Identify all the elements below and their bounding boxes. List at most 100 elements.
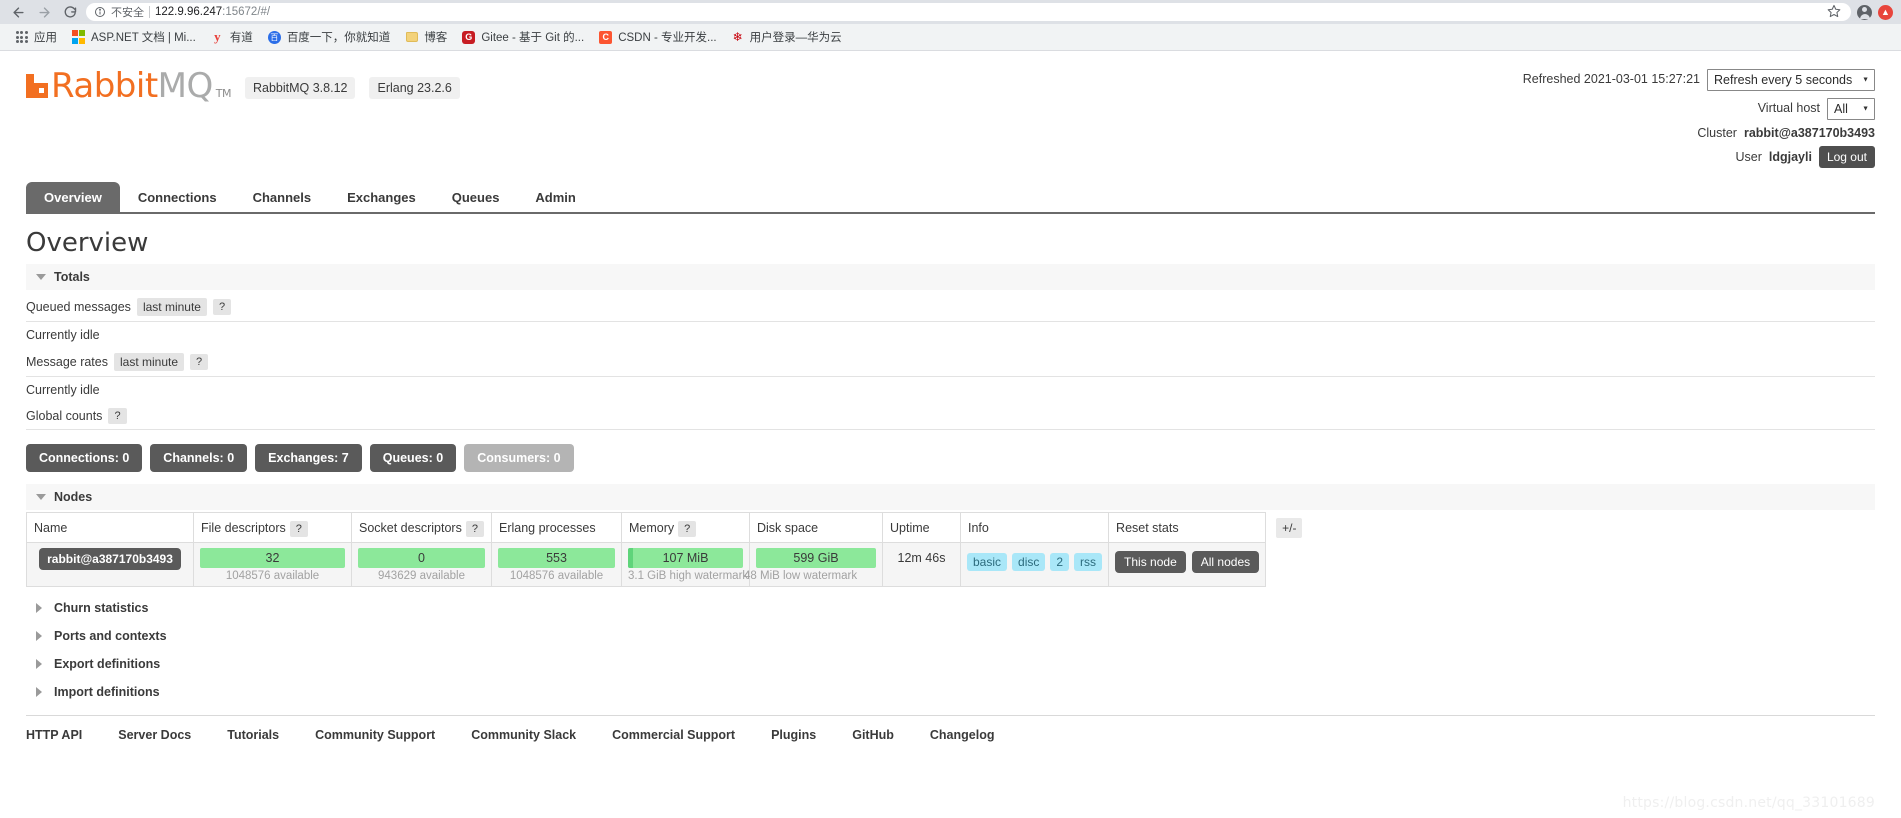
user-label: User — [1735, 149, 1762, 164]
huawei-icon: ❄ — [732, 30, 743, 44]
site-info-icon[interactable] — [94, 6, 106, 18]
col-uptime[interactable]: Uptime — [882, 512, 961, 544]
bookmark-blog-folder[interactable]: 博客 — [398, 26, 453, 48]
info-tag-disc[interactable]: disc — [1012, 553, 1046, 572]
reset-all-nodes-button[interactable]: All nodes — [1191, 551, 1260, 574]
col-memory-label: Memory — [629, 520, 675, 535]
update-available-icon[interactable]: ▲ — [1878, 4, 1893, 20]
col-disk-space[interactable]: Disk space — [749, 512, 883, 544]
rabbitmq-logo[interactable]: Rabbit MQ TM — [26, 69, 231, 103]
bookmark-label: 博客 — [424, 32, 448, 44]
churn-statistics-label: Churn statistics — [54, 601, 149, 616]
col-info[interactable]: Info — [959, 512, 1110, 544]
totals-section-header[interactable]: Totals — [26, 264, 1875, 291]
export-definitions-label: Export definitions — [54, 657, 161, 672]
cell-plusminus-spacer — [1266, 543, 1310, 587]
global-counts-help-icon[interactable]: ? — [108, 408, 127, 425]
chevron-right-icon — [36, 603, 42, 614]
reset-this-node-button[interactable]: This node — [1115, 551, 1186, 574]
tab-exchanges[interactable]: Exchanges — [329, 182, 434, 212]
erlang-version-badge: Erlang 23.2.6 — [369, 77, 460, 99]
virtual-host-select[interactable]: All — [1827, 98, 1875, 120]
bookmark-huawei-cloud[interactable]: ❄ 用户登录—华为云 — [725, 26, 848, 48]
col-erlang-processes[interactable]: Erlang processes — [491, 512, 622, 544]
tab-connections[interactable]: Connections — [120, 182, 235, 212]
count-channels-button[interactable]: Channels: 0 — [150, 444, 248, 473]
profile-avatar-icon[interactable] — [1857, 4, 1872, 20]
col-file-descriptors[interactable]: File descriptors? — [193, 512, 352, 544]
col-reset-stats[interactable]: Reset stats — [1108, 512, 1267, 544]
import-definitions-label: Import definitions — [54, 685, 160, 700]
footer-link-tutorials[interactable]: Tutorials — [227, 728, 279, 742]
logo-text-rabbit: Rabbit — [51, 66, 158, 106]
info-tag-rss[interactable]: rss — [1074, 553, 1103, 572]
file-descriptors-bar: 32 — [200, 548, 345, 569]
global-counts-row: Global counts ? — [26, 402, 1875, 431]
chevron-right-icon — [36, 687, 42, 698]
message-rates-help-icon[interactable]: ? — [190, 354, 209, 371]
global-counts-buttons: Connections: 0 Channels: 0 Exchanges: 7 … — [26, 444, 1875, 473]
bookmark-gitee[interactable]: G Gitee - 基于 Git 的... — [455, 26, 590, 48]
count-exchanges-button[interactable]: Exchanges: 7 — [255, 444, 362, 473]
tab-admin[interactable]: Admin — [517, 182, 593, 212]
omnibox-divider — [149, 6, 150, 18]
refresh-interval-select[interactable]: Refresh every 5 seconds — [1707, 69, 1875, 91]
cell-file-descriptors: 32 1048576 available — [193, 542, 352, 588]
address-bar[interactable]: 不安全 122.9.96.247:15672/#/ — [86, 3, 1851, 21]
toggle-columns-button[interactable]: +/- — [1276, 517, 1303, 538]
node-name-link[interactable]: rabbit@a387170b3493 — [39, 548, 181, 571]
forward-arrow-icon[interactable] — [34, 2, 54, 22]
queued-messages-help-icon[interactable]: ? — [212, 299, 232, 316]
cell-memory: 107 MiB 3.1 GiB high watermark x — [621, 542, 750, 588]
nodes-section-header[interactable]: Nodes — [26, 484, 1875, 511]
watermark-text: https://blog.csdn.net/qq_33101689 — [1622, 795, 1875, 811]
churn-statistics-section[interactable]: Churn statistics — [26, 587, 1875, 615]
col-name[interactable]: Name — [26, 512, 194, 544]
back-arrow-icon[interactable] — [8, 2, 28, 22]
col-plusminus: +/- — [1266, 513, 1310, 543]
queued-messages-period-chip[interactable]: last minute — [136, 298, 207, 317]
footer-link-commercial-support[interactable]: Commercial Support — [612, 728, 735, 742]
cluster-name: rabbit@a387170b3493 — [1743, 126, 1875, 140]
message-rates-period-chip[interactable]: last minute — [113, 353, 185, 372]
footer-link-community-support[interactable]: Community Support — [315, 728, 435, 742]
bookmark-aspnet-docs[interactable]: ASP.NET 文档 | Mi... — [65, 26, 202, 48]
col-file-descriptors-label: File descriptors — [201, 520, 286, 535]
bookmark-baidu[interactable]: 百 百度一下，你就知道 — [261, 26, 397, 48]
footer-link-community-slack[interactable]: Community Slack — [471, 728, 576, 742]
ports-and-contexts-section[interactable]: Ports and contexts — [26, 615, 1875, 643]
bookmark-star-icon[interactable] — [1827, 4, 1841, 21]
tab-channels[interactable]: Channels — [235, 182, 330, 212]
footer-link-server-docs[interactable]: Server Docs — [118, 728, 191, 742]
export-definitions-section[interactable]: Export definitions — [26, 643, 1875, 671]
memory-help-icon[interactable]: ? — [678, 520, 697, 537]
col-socket-descriptors[interactable]: Socket descriptors? — [351, 512, 492, 544]
bookmark-youdao[interactable]: y 有道 — [204, 26, 259, 48]
socket-descriptors-help-icon[interactable]: ? — [465, 520, 484, 537]
message-rates-row: Message rates last minute ? — [26, 347, 1875, 378]
footer-link-plugins[interactable]: Plugins — [771, 728, 816, 742]
logo-trademark: TM — [215, 87, 232, 100]
nodes-table-header-row: Name File descriptors? Socket descriptor… — [26, 512, 1310, 544]
bookmark-label: ASP.NET 文档 | Mi... — [91, 32, 196, 44]
insecure-label: 不安全 — [111, 7, 144, 19]
tab-overview[interactable]: Overview — [26, 182, 120, 213]
info-tag-basic[interactable]: basic — [967, 553, 1008, 572]
footer-link-github[interactable]: GitHub — [852, 728, 894, 742]
import-definitions-section[interactable]: Import definitions — [26, 671, 1875, 699]
tab-queues[interactable]: Queues — [434, 182, 518, 212]
logout-button[interactable]: Log out — [1818, 146, 1875, 169]
bookmark-csdn[interactable]: C CSDN - 专业开发... — [592, 26, 722, 48]
cell-socket-descriptors: 0 943629 available — [351, 542, 492, 588]
reload-icon[interactable] — [60, 2, 80, 22]
info-tag-count[interactable]: 2 — [1050, 553, 1070, 572]
col-memory[interactable]: Memory? — [621, 512, 750, 544]
footer-link-http-api[interactable]: HTTP API — [26, 728, 82, 742]
socket-descriptors-bar: 0 — [358, 548, 485, 569]
bookmark-apps[interactable]: 应用 — [8, 26, 63, 48]
file-descriptors-help-icon[interactable]: ? — [289, 520, 308, 537]
rabbitmq-logo-mark — [26, 74, 48, 98]
count-queues-button[interactable]: Queues: 0 — [369, 444, 457, 473]
count-connections-button[interactable]: Connections: 0 — [26, 444, 143, 473]
footer-link-changelog[interactable]: Changelog — [930, 728, 995, 742]
